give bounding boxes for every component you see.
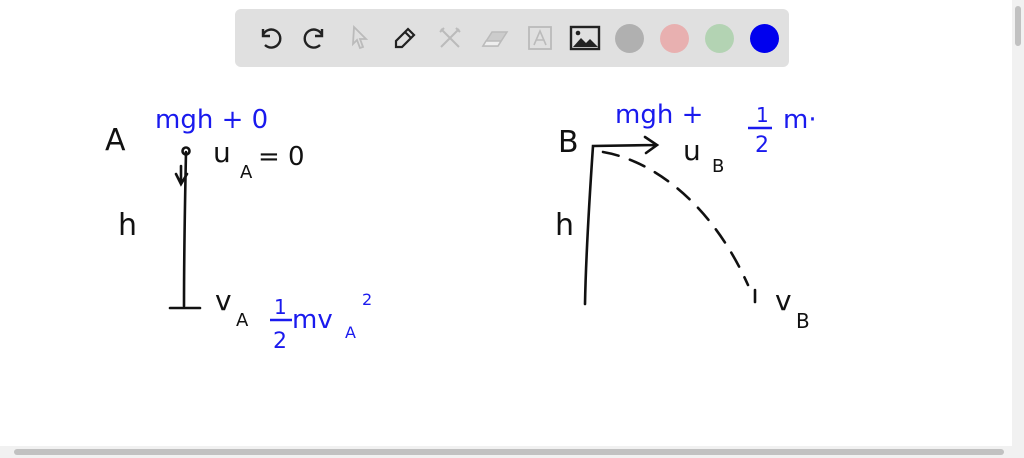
velocity-u-a-value: = 0 (258, 142, 305, 172)
horizontal-scroll-thumb[interactable] (14, 449, 1004, 455)
ke-a-exp: 2 (362, 290, 372, 309)
ke-b-denominator: 2 (755, 133, 769, 158)
velocity-v-b: v (775, 284, 792, 317)
ke-a-denominator: 2 (273, 329, 287, 354)
right-path-arrow (583, 135, 660, 306)
velocity-v-b-sub: B (796, 309, 810, 333)
velocity-v-a: v (215, 284, 232, 317)
height-a: h (118, 208, 137, 243)
horizontal-scrollbar[interactable] (0, 446, 1024, 458)
velocity-v-a-sub: A (236, 310, 249, 331)
whiteboard-canvas[interactable]: A mgh + 0 u A = 0 h v A 1 2 mv A 2 B mgh… (0, 0, 1012, 446)
energy-top-b: mgh + (615, 100, 703, 130)
velocity-u-a: u (213, 136, 231, 169)
label-b: B (558, 125, 579, 160)
height-b: h (555, 208, 574, 243)
ke-a-sub: A (345, 323, 356, 342)
velocity-u-b: u (683, 134, 701, 167)
ke-b-numerator: 1 (756, 103, 769, 127)
velocity-u-b-sub: B (712, 156, 724, 177)
ke-a-numerator: 1 (274, 295, 287, 319)
velocity-u-a-sub: A (240, 162, 253, 183)
projectile-trajectory (601, 150, 750, 287)
vertical-scroll-thumb[interactable] (1015, 6, 1021, 46)
ke-a-body: mv (292, 305, 333, 335)
label-a: A (105, 123, 126, 158)
ke-b-body: m· (783, 105, 817, 135)
energy-top-a: mgh + 0 (155, 105, 268, 135)
vertical-scrollbar[interactable] (1012, 0, 1024, 446)
